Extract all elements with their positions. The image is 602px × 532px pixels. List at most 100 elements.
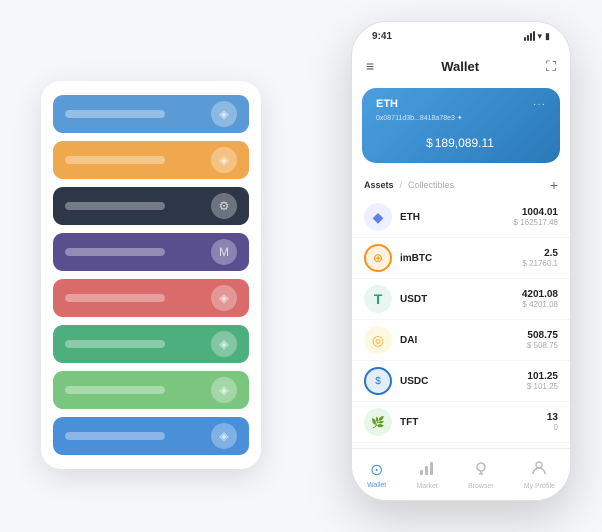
stack-card-4[interactable]: M <box>53 233 249 271</box>
phone: 9:41 ▾ ▮ ≡ Wallet ⛶ ETH ··· <box>351 21 571 501</box>
stack-card-5[interactable]: ◈ <box>53 279 249 317</box>
usdc-amount: 101.25 <box>527 371 558 382</box>
wallet-card-top: ETH ··· <box>376 98 546 110</box>
asset-item-usdc[interactable]: $ USDC 101.25 $ 101.25 <box>352 361 570 402</box>
stack-card-8[interactable]: ◈ <box>53 417 249 455</box>
stack-card-label-2 <box>65 156 165 164</box>
tft-usd: 0 <box>547 423 558 432</box>
stack-card-icon-5: ◈ <box>211 285 237 311</box>
browser-nav-icon <box>473 460 489 481</box>
tft-values: 13 0 <box>547 412 558 432</box>
usdt-amount: 4201.08 <box>522 289 558 300</box>
dai-usd: $ 508.75 <box>527 341 558 350</box>
tft-name: TFT <box>400 417 547 428</box>
dai-icon: ◎ <box>364 326 392 354</box>
dai-amount: 508.75 <box>527 330 558 341</box>
scene: ◈ ◈ ⚙ M ◈ ◈ ◈ ◈ <box>21 21 581 511</box>
signal-bars-icon <box>524 31 535 41</box>
wallet-card[interactable]: ETH ··· 0x08711d3b...8418a78e3 ✦ $189,08… <box>362 88 560 163</box>
asset-item-dai[interactable]: ◎ DAI 508.75 $ 508.75 <box>352 320 570 361</box>
wallet-coin-label: ETH <box>376 98 398 110</box>
stack-card-icon-6: ◈ <box>211 331 237 357</box>
eth-icon: ◆ <box>364 203 392 231</box>
market-nav-icon <box>419 460 435 481</box>
asset-list: ◆ ETH 1004.01 $ 162517.48 ⊕ imBTC 2.5 $ … <box>352 197 570 448</box>
bottom-nav-market[interactable]: Market <box>416 460 437 490</box>
eth-name: ETH <box>400 212 514 223</box>
eth-amount: 1004.01 <box>514 207 559 218</box>
wallet-address: 0x08711d3b...8418a78e3 ✦ <box>376 114 546 122</box>
usdc-icon: $ <box>364 367 392 395</box>
battery-icon: ▮ <box>545 31 550 42</box>
nav-bar: ≡ Wallet ⛶ <box>352 50 570 82</box>
wifi-icon: ▾ <box>538 31 543 42</box>
dai-values: 508.75 $ 508.75 <box>527 330 558 350</box>
dai-name: DAI <box>400 335 527 346</box>
stack-card-6[interactable]: ◈ <box>53 325 249 363</box>
asset-item-tft[interactable]: 🌿 TFT 13 0 <box>352 402 570 443</box>
assets-tabs: Assets / Collectibles <box>364 180 454 190</box>
imbtc-amount: 2.5 <box>522 248 558 259</box>
menu-icon[interactable]: ≡ <box>366 58 374 74</box>
add-asset-button[interactable]: + <box>550 177 558 193</box>
stack-card-label-6 <box>65 340 165 348</box>
tft-amount: 13 <box>547 412 558 423</box>
expand-icon[interactable]: ⛶ <box>546 58 556 75</box>
stack-card-3[interactable]: ⚙ <box>53 187 249 225</box>
stack-card-1[interactable]: ◈ <box>53 95 249 133</box>
tft-icon: 🌿 <box>364 408 392 436</box>
usdc-values: 101.25 $ 101.25 <box>527 371 558 391</box>
eth-usd: $ 162517.48 <box>514 218 559 227</box>
tab-collectibles[interactable]: Collectibles <box>408 180 454 190</box>
imbtc-values: 2.5 $ 21760.1 <box>522 248 558 268</box>
stack-card-7[interactable]: ◈ <box>53 371 249 409</box>
bottom-nav: ⊙ Wallet Market Browser My Profile <box>352 448 570 500</box>
stack-card-label-5 <box>65 294 165 302</box>
stack-card-icon-3: ⚙ <box>211 193 237 219</box>
asset-item-imbtc[interactable]: ⊕ imBTC 2.5 $ 21760.1 <box>352 238 570 279</box>
imbtc-usd: $ 21760.1 <box>522 259 558 268</box>
market-nav-label: Market <box>416 483 437 490</box>
usdt-name: USDT <box>400 294 522 305</box>
stack-card-label-3 <box>65 202 165 210</box>
stack-card-icon-7: ◈ <box>211 377 237 403</box>
profile-nav-icon <box>531 460 547 481</box>
usdt-icon: T <box>364 285 392 313</box>
asset-item-eth[interactable]: ◆ ETH 1004.01 $ 162517.48 <box>352 197 570 238</box>
usdc-name: USDC <box>400 376 527 387</box>
stack-card-icon-2: ◈ <box>211 147 237 173</box>
usdc-usd: $ 101.25 <box>527 382 558 391</box>
asset-item-usdt[interactable]: T USDT 4201.08 $ 4201.08 <box>352 279 570 320</box>
bottom-nav-wallet[interactable]: ⊙ Wallet <box>367 460 386 489</box>
wallet-nav-label: Wallet <box>367 482 386 489</box>
stack-card-icon-1: ◈ <box>211 101 237 127</box>
imbtc-name: imBTC <box>400 253 522 264</box>
bottom-nav-profile[interactable]: My Profile <box>524 460 555 490</box>
tab-assets[interactable]: Assets <box>364 180 394 190</box>
stack-card-icon-4: M <box>211 239 237 265</box>
bottom-nav-browser[interactable]: Browser <box>468 460 494 490</box>
assets-header: Assets / Collectibles + <box>352 169 570 197</box>
stack-card-label-1 <box>65 110 165 118</box>
stack-card-label-8 <box>65 432 165 440</box>
status-icons: ▾ ▮ <box>524 31 550 42</box>
wallet-amount: $189,089.11 <box>376 130 546 153</box>
stack-card-2[interactable]: ◈ <box>53 141 249 179</box>
imbtc-icon: ⊕ <box>364 244 392 272</box>
status-time: 9:41 <box>372 31 392 42</box>
wallet-balance: 189,089.11 <box>435 136 494 150</box>
stack-card-icon-8: ◈ <box>211 423 237 449</box>
wallet-menu-icon[interactable]: ··· <box>533 99 546 110</box>
card-stack: ◈ ◈ ⚙ M ◈ ◈ ◈ ◈ <box>41 81 261 469</box>
stack-card-label-7 <box>65 386 165 394</box>
tab-divider: / <box>400 180 403 190</box>
profile-nav-label: My Profile <box>524 483 555 490</box>
currency-symbol: $ <box>426 136 433 150</box>
wallet-nav-icon: ⊙ <box>370 460 383 480</box>
browser-nav-label: Browser <box>468 483 494 490</box>
eth-values: 1004.01 $ 162517.48 <box>514 207 559 227</box>
status-bar: 9:41 ▾ ▮ <box>352 22 570 50</box>
usdt-values: 4201.08 $ 4201.08 <box>522 289 558 309</box>
nav-title: Wallet <box>441 59 479 74</box>
usdt-usd: $ 4201.08 <box>522 300 558 309</box>
